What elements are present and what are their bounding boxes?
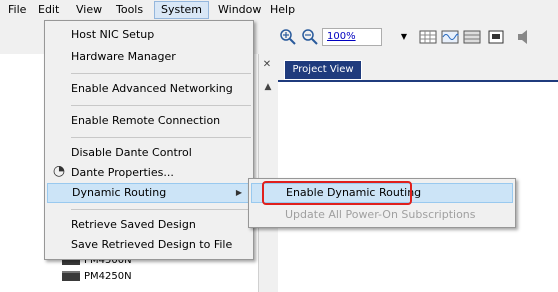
scroll-up-icon[interactable]: ▲: [261, 80, 275, 94]
menu-file[interactable]: File: [2, 2, 32, 18]
grid-view-icon[interactable]: [418, 27, 438, 47]
menu-item-hardware-manager[interactable]: Hardware Manager: [47, 47, 251, 67]
menu-item-enable-remote-connection[interactable]: Enable Remote Connection: [47, 111, 251, 131]
zoom-in-icon[interactable]: [278, 27, 298, 47]
highlight-callout: [262, 181, 412, 205]
zoom-out-icon[interactable]: [300, 27, 320, 47]
menu-item-label: Dynamic Routing: [72, 186, 167, 199]
menu-item-dynamic-routing[interactable]: Dynamic Routing ▶: [47, 183, 251, 203]
panel-view-icon[interactable]: [462, 27, 482, 47]
menu-system[interactable]: System: [154, 1, 210, 19]
menu-item-update-power-on-subscriptions: Update All Power-On Subscriptions: [285, 208, 476, 221]
tree-item-label: PM4250N: [84, 271, 132, 282]
tree-item[interactable]: PM4250N: [62, 270, 132, 284]
monitor-view-icon[interactable]: [486, 27, 506, 47]
menu-item-enable-advanced-networking[interactable]: Enable Advanced Networking: [47, 79, 251, 99]
menu-item-save-retrieved-design[interactable]: Save Retrieved Design to File: [47, 235, 251, 255]
menu-separator: [71, 209, 251, 210]
submenu-arrow-icon: ▶: [235, 188, 242, 197]
menu-item-retrieve-saved-design[interactable]: Retrieve Saved Design: [47, 215, 251, 235]
zoom-level-field[interactable]: 100%: [322, 28, 382, 46]
device-icon: [62, 271, 80, 281]
menu-item-disable-dante-control[interactable]: Disable Dante Control: [47, 143, 251, 163]
menu-separator: [71, 105, 251, 106]
system-menu: Host NIC Setup Hardware Manager Enable A…: [44, 20, 254, 260]
speaker-icon[interactable]: [514, 27, 534, 47]
dante-icon: ◔: [52, 163, 66, 179]
waveform-view-icon[interactable]: [440, 27, 460, 47]
menu-view[interactable]: View: [70, 2, 108, 18]
menu-edit[interactable]: Edit: [32, 2, 65, 18]
menu-tools[interactable]: Tools: [110, 2, 149, 18]
close-icon[interactable]: ✕: [260, 58, 274, 72]
menu-window[interactable]: Window: [212, 2, 267, 18]
menu-separator: [71, 73, 251, 74]
menu-bar: File Edit View Tools System Window Help: [0, 0, 558, 20]
menu-separator: [71, 137, 251, 138]
tab-project-view[interactable]: Project View: [284, 60, 362, 80]
menu-item-host-nic-setup[interactable]: Host NIC Setup: [47, 25, 251, 45]
menu-item-label: Dante Properties...: [71, 166, 174, 179]
menu-help[interactable]: Help: [264, 2, 301, 18]
zoom-dropdown-arrow-icon[interactable]: ▼: [398, 28, 410, 46]
menu-item-dante-properties[interactable]: ◔ Dante Properties...: [47, 163, 251, 183]
